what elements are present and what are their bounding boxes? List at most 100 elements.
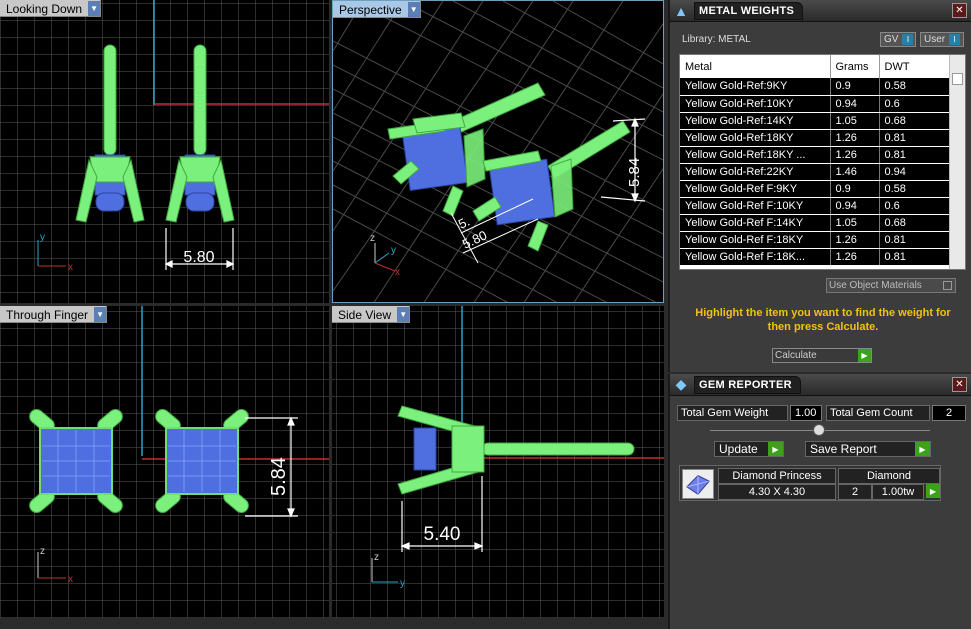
- gem-type: Diamond: [838, 468, 940, 484]
- table-row[interactable]: Yellow Gold-Ref:18KY ... 1.26 0.81: [680, 146, 951, 164]
- dwt-cell: 0.6: [879, 197, 951, 215]
- gem-count: 2: [838, 484, 872, 500]
- grams-cell: 0.94: [830, 95, 880, 113]
- table-row[interactable]: Yellow Gold-Ref:9KY 0.9 0.58: [680, 78, 951, 96]
- stone-right: [155, 409, 249, 513]
- viewport-through-finger[interactable]: Through Finger ▼ 5.84 z x: [0, 306, 329, 618]
- table-row[interactable]: Yellow Gold-Ref:22KY 1.46 0.94: [680, 163, 951, 181]
- column-header-dwt[interactable]: DWT: [879, 55, 951, 78]
- play-icon: ▶: [858, 349, 871, 362]
- chevron-down-icon[interactable]: ▼: [397, 307, 410, 322]
- grams-cell: 1.26: [830, 146, 880, 164]
- table-header-row: Metal Grams DWT: [680, 55, 951, 78]
- dwt-cell: 0.68: [879, 112, 951, 130]
- viewport-label[interactable]: Through Finger ▼: [0, 306, 108, 323]
- dimension-height-label: 5.84: [626, 158, 643, 187]
- gv-toggle-button[interactable]: GV I: [880, 32, 916, 47]
- earring-left: [75, 44, 145, 223]
- metal-table-container[interactable]: Metal Grams DWT Yellow Gold-Ref:9KY 0.9 0.…: [679, 54, 966, 270]
- slider-handle[interactable]: [813, 424, 825, 436]
- table-row[interactable]: Yellow Gold-Ref:18KY 1.26 0.81: [680, 129, 951, 147]
- total-gem-count-label: Total Gem Count: [826, 405, 930, 421]
- viewport-perspective[interactable]: Perspective ▼ 5.84 5. 5.80 z y x: [332, 0, 664, 303]
- gem-reporter-panel: ◆ GEM REPORTER ✕ Total Gem Weight 1.00 T…: [668, 374, 971, 629]
- table-row[interactable]: Yellow Gold-Ref:14KY 1.05 0.68: [680, 112, 951, 130]
- toggle-icon: I: [949, 34, 961, 45]
- close-button[interactable]: ✕: [952, 3, 967, 18]
- play-icon: ▶: [768, 442, 783, 456]
- svg-text:x: x: [395, 267, 400, 278]
- grams-cell: 1.26: [830, 129, 880, 147]
- stone-left: [29, 409, 123, 513]
- panel-header: ▲ METAL WEIGHTS ✕: [670, 0, 971, 22]
- table-row[interactable]: Yellow Gold-Ref F:18K... 1.26 0.81: [680, 248, 951, 266]
- total-gem-weight-value: 1.00: [790, 405, 822, 421]
- viewport-label[interactable]: Looking Down ▼: [0, 0, 102, 17]
- metal-cell: Yellow Gold-Ref:18KY: [680, 129, 831, 147]
- svg-text:x: x: [68, 262, 73, 273]
- axis-gizmo: y x: [37, 232, 73, 273]
- svg-text:z: z: [374, 552, 379, 563]
- grams-cell: 0.9: [830, 180, 880, 198]
- column-header-metal[interactable]: Metal: [680, 55, 831, 78]
- checkbox-icon: [943, 281, 952, 290]
- metal-cell: Yellow Gold-Ref:10KY: [680, 95, 831, 113]
- column-header-grams[interactable]: Grams: [830, 55, 880, 78]
- total-gem-weight-label: Total Gem Weight: [677, 405, 788, 421]
- use-object-materials-checkbox[interactable]: Use Object Materials: [826, 278, 956, 293]
- table-row[interactable]: Yellow Gold-Ref F:10KY 0.94 0.6: [680, 197, 951, 215]
- scrollbar-thumb[interactable]: [952, 73, 963, 85]
- chevron-down-icon[interactable]: ▼: [94, 307, 107, 322]
- chevron-down-icon[interactable]: ▼: [88, 1, 101, 16]
- metal-cell: Yellow Gold-Ref:22KY: [680, 163, 831, 181]
- panel-header: ◆ GEM REPORTER ✕: [670, 374, 971, 396]
- panel-title: GEM REPORTER: [694, 375, 801, 394]
- dwt-cell: 0.81: [879, 129, 951, 147]
- svg-text:z: z: [370, 233, 375, 244]
- save-report-button[interactable]: Save Report ▶: [805, 441, 931, 457]
- grams-cell: 1.05: [830, 214, 880, 232]
- instruction-text: Highlight the item you want to find the …: [695, 307, 951, 333]
- metal-table: Metal Grams DWT Yellow Gold-Ref:9KY 0.9 0.…: [680, 55, 951, 266]
- svg-text:y: y: [40, 232, 45, 243]
- dwt-cell: 0.68: [879, 214, 951, 232]
- gem-size: 4.30 X 4.30: [718, 484, 836, 500]
- dimension-label: 5.84: [268, 457, 290, 496]
- svg-text:y: y: [391, 245, 396, 256]
- close-button[interactable]: ✕: [952, 377, 967, 392]
- user-toggle-button[interactable]: User I: [920, 32, 964, 47]
- dwt-cell: 0.94: [879, 163, 951, 181]
- viewport-label[interactable]: Side View ▼: [332, 306, 411, 323]
- dimension-label: 5.80: [183, 249, 214, 266]
- total-gem-count-value: 2: [932, 405, 966, 421]
- metal-cell: Yellow Gold-Ref:9KY: [680, 78, 831, 96]
- grams-cell: 1.26: [830, 231, 880, 249]
- viewport-looking-down[interactable]: Looking Down ▼ 5.80 y x: [0, 0, 329, 303]
- play-icon[interactable]: ▶: [926, 484, 940, 498]
- metal-weights-panel: ▲ METAL WEIGHTS ✕ Library: METAL GV I Us…: [668, 0, 971, 372]
- gem-slider[interactable]: [710, 424, 930, 436]
- grams-cell: 0.94: [830, 197, 880, 215]
- panel-title: METAL WEIGHTS: [694, 1, 804, 20]
- metal-cell: Yellow Gold-Ref F:9KY: [680, 180, 831, 198]
- metal-cell: Yellow Gold-Ref:18KY ...: [680, 146, 831, 164]
- dwt-cell: 0.81: [879, 146, 951, 164]
- viewport-side-view[interactable]: Side View ▼ 5.40 z y: [332, 306, 664, 618]
- table-scrollbar[interactable]: [949, 55, 965, 269]
- svg-text:z: z: [40, 546, 45, 557]
- update-button[interactable]: Update ▶: [714, 441, 784, 457]
- gem-list-item[interactable]: Diamond Princess Diamond 4.30 X 4.30 2 1…: [679, 465, 941, 501]
- viewport-label[interactable]: Perspective ▼: [333, 1, 421, 18]
- table-row[interactable]: Yellow Gold-Ref F:18KY 1.26 0.81: [680, 231, 951, 249]
- dwt-cell: 0.58: [879, 78, 951, 96]
- dwt-cell: 0.81: [879, 248, 951, 266]
- calculate-button[interactable]: Calculate ▶: [772, 348, 872, 363]
- library-label: Library: METAL: [682, 34, 751, 45]
- table-row[interactable]: Yellow Gold-Ref:10KY 0.94 0.6: [680, 95, 951, 113]
- chevron-down-icon[interactable]: ▼: [407, 2, 420, 17]
- earring-right: [165, 44, 235, 223]
- earring-front: [472, 120, 631, 252]
- table-row[interactable]: Yellow Gold-Ref F:14KY 1.05 0.68: [680, 214, 951, 232]
- gem-name: Diamond Princess: [718, 468, 836, 484]
- table-row[interactable]: Yellow Gold-Ref F:9KY 0.9 0.58: [680, 180, 951, 198]
